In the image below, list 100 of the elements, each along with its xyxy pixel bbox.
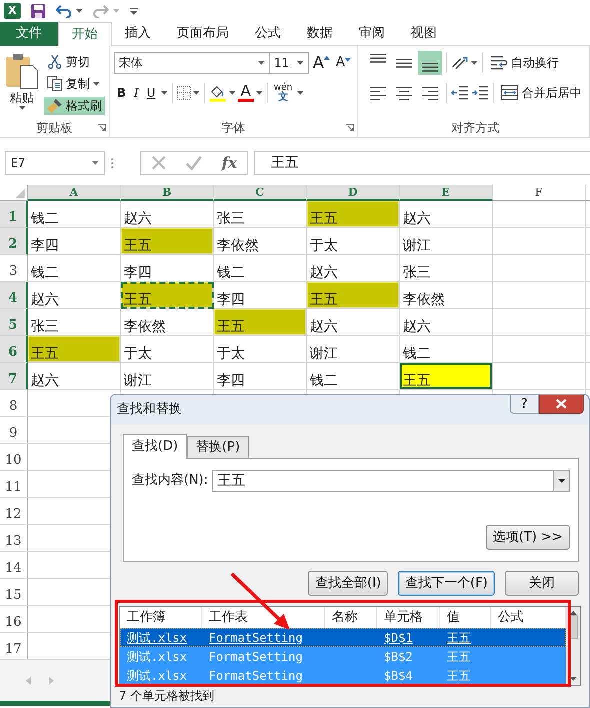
- caret-icon[interactable]: [76, 9, 83, 13]
- row-header[interactable]: 6: [0, 336, 28, 363]
- ribbon-tab[interactable]: 数据: [294, 22, 346, 46]
- table-cell[interactable]: 王五: [28, 336, 121, 363]
- ribbon-tab[interactable]: 视图: [398, 22, 450, 46]
- table-cell[interactable]: 王五: [121, 282, 214, 309]
- table-cell-text: $B$4: [383, 668, 414, 684]
- dialog-launcher-icon[interactable]: [346, 124, 354, 132]
- bold-button[interactable]: B: [114, 84, 130, 102]
- help-button[interactable]: ?: [510, 395, 539, 414]
- ribbon-tab[interactable]: 公式: [242, 22, 294, 46]
- table-cell[interactable]: 于太: [121, 336, 214, 363]
- italic-button[interactable]: I: [131, 84, 142, 102]
- borders-icon[interactable]: [176, 86, 191, 100]
- fill-color-icon[interactable]: [208, 84, 227, 102]
- row-header[interactable]: 1: [0, 201, 28, 228]
- caret-icon[interactable]: [258, 61, 266, 65]
- table-cell[interactable]: 王五: [121, 228, 214, 255]
- column-header[interactable]: B: [121, 185, 214, 201]
- table-cell[interactable]: 李依然: [214, 228, 307, 255]
- font-size-dropdown[interactable]: 11: [269, 52, 310, 74]
- ribbon-tab[interactable]: 审阅: [346, 22, 398, 46]
- dialog-tab[interactable]: 替换(P): [187, 436, 250, 458]
- caret-icon[interactable]: [558, 479, 566, 483]
- caret-icon[interactable]: [192, 91, 200, 95]
- paste-button[interactable]: 粘贴: [4, 50, 40, 119]
- status-text: 7 个单元格被找到: [118, 688, 216, 703]
- table-cell[interactable]: 李依然: [400, 282, 493, 309]
- dialog-button[interactable]: 查找下一个(F): [398, 571, 495, 596]
- table-cell[interactable]: 谢江: [400, 228, 493, 255]
- table-cell[interactable]: 于太: [214, 336, 307, 363]
- undo-icon[interactable]: [56, 4, 72, 18]
- close-button[interactable]: [539, 395, 584, 414]
- table-cell[interactable]: 王五: [214, 309, 307, 336]
- row-header[interactable]: 5: [0, 309, 28, 336]
- copy-button[interactable]: 复制: [44, 75, 105, 93]
- row-header[interactable]: 2: [0, 228, 28, 255]
- table-cell[interactable]: 王五: [400, 363, 493, 390]
- scroll-down-icon[interactable]: [570, 677, 576, 681]
- caret-icon[interactable]: [296, 91, 304, 95]
- result-row[interactable]: 测试.xlsx FormatSetting $D$1 王五: [120, 628, 566, 647]
- caret-icon[interactable]: [160, 91, 168, 95]
- name-box[interactable]: E7: [5, 151, 105, 175]
- column-header[interactable]: E: [400, 185, 493, 201]
- options-button[interactable]: 选项(T) >>: [486, 525, 570, 550]
- format-painter-button[interactable]: 格式刷: [44, 97, 105, 115]
- caret-icon[interactable]: [297, 61, 304, 65]
- orientation-icon[interactable]: [451, 55, 469, 71]
- column-header[interactable]: C: [214, 185, 307, 201]
- customize-icon[interactable]: [130, 8, 138, 14]
- caret-icon[interactable]: [228, 91, 236, 95]
- group-label: 剪贴板: [36, 120, 74, 137]
- column-header[interactable]: A: [28, 185, 121, 201]
- ribbon-tab[interactable]: 页面布局: [164, 22, 242, 46]
- table-cell[interactable]: 王五: [307, 282, 400, 309]
- table-cell[interactable]: 赵六: [28, 363, 121, 390]
- merge-center-button[interactable]: 合并后居中: [498, 84, 585, 102]
- table-cell[interactable]: 钱二: [28, 201, 121, 228]
- wrap-text-button[interactable]: 自动换行: [487, 54, 562, 72]
- insert-function-button[interactable]: fx: [222, 152, 238, 174]
- row-header[interactable]: 4: [0, 282, 28, 309]
- table-cell[interactable]: 李四: [214, 363, 307, 390]
- grow-font-button[interactable]: A: [311, 53, 332, 73]
- table-cell[interactable]: 赵六: [400, 201, 493, 228]
- table-cell[interactable]: 赵六: [400, 309, 493, 336]
- underline-button[interactable]: U: [144, 84, 159, 102]
- dialog-tab[interactable]: 查找(D): [123, 434, 188, 459]
- table-cell[interactable]: 谢江: [307, 336, 400, 363]
- ribbon-tab[interactable]: 开始: [58, 22, 112, 47]
- font-name-dropdown[interactable]: 宋体: [114, 52, 270, 74]
- phonetic-button[interactable]: wén 文: [272, 84, 295, 102]
- table-cell-text: $D$1: [383, 630, 414, 646]
- table-cell[interactable]: 张三: [400, 255, 493, 282]
- decrease-indent-icon[interactable]: [451, 85, 469, 101]
- dialog-button[interactable]: 查找全部(I): [308, 571, 388, 596]
- column-header[interactable]: D: [307, 185, 400, 201]
- row-header[interactable]: 7: [0, 363, 28, 390]
- caret-icon[interactable]: [256, 91, 263, 95]
- table-cell[interactable]: 钱二: [28, 255, 121, 282]
- increase-indent-icon[interactable]: [471, 85, 489, 101]
- table-cell[interactable]: 谢江: [121, 363, 214, 390]
- save-icon[interactable]: [31, 4, 46, 18]
- font-color-button[interactable]: A: [238, 84, 254, 102]
- formula-field[interactable]: 王五: [254, 151, 590, 175]
- dialog-launcher-icon[interactable]: [98, 124, 106, 132]
- cut-button[interactable]: 剪切: [44, 53, 105, 71]
- table-cell[interactable]: 王五: [307, 201, 400, 228]
- table-cell[interactable]: 赵六: [307, 309, 400, 336]
- column-header[interactable]: F: [493, 185, 586, 201]
- table-cell[interactable]: 于太: [307, 228, 400, 255]
- find-what-field[interactable]: 王五: [212, 470, 570, 492]
- dialog-button[interactable]: 关闭: [505, 571, 579, 596]
- ribbon-tab[interactable]: 插入: [112, 22, 164, 46]
- file-tab[interactable]: 文件: [0, 22, 58, 46]
- shrink-font-button[interactable]: A: [334, 55, 353, 71]
- bottom-align-button[interactable]: [418, 51, 442, 75]
- caret-icon[interactable]: [93, 82, 100, 86]
- table-cell[interactable]: 钱二: [214, 255, 307, 282]
- caret-icon[interactable]: [18, 106, 26, 110]
- caret-icon[interactable]: [471, 61, 478, 65]
